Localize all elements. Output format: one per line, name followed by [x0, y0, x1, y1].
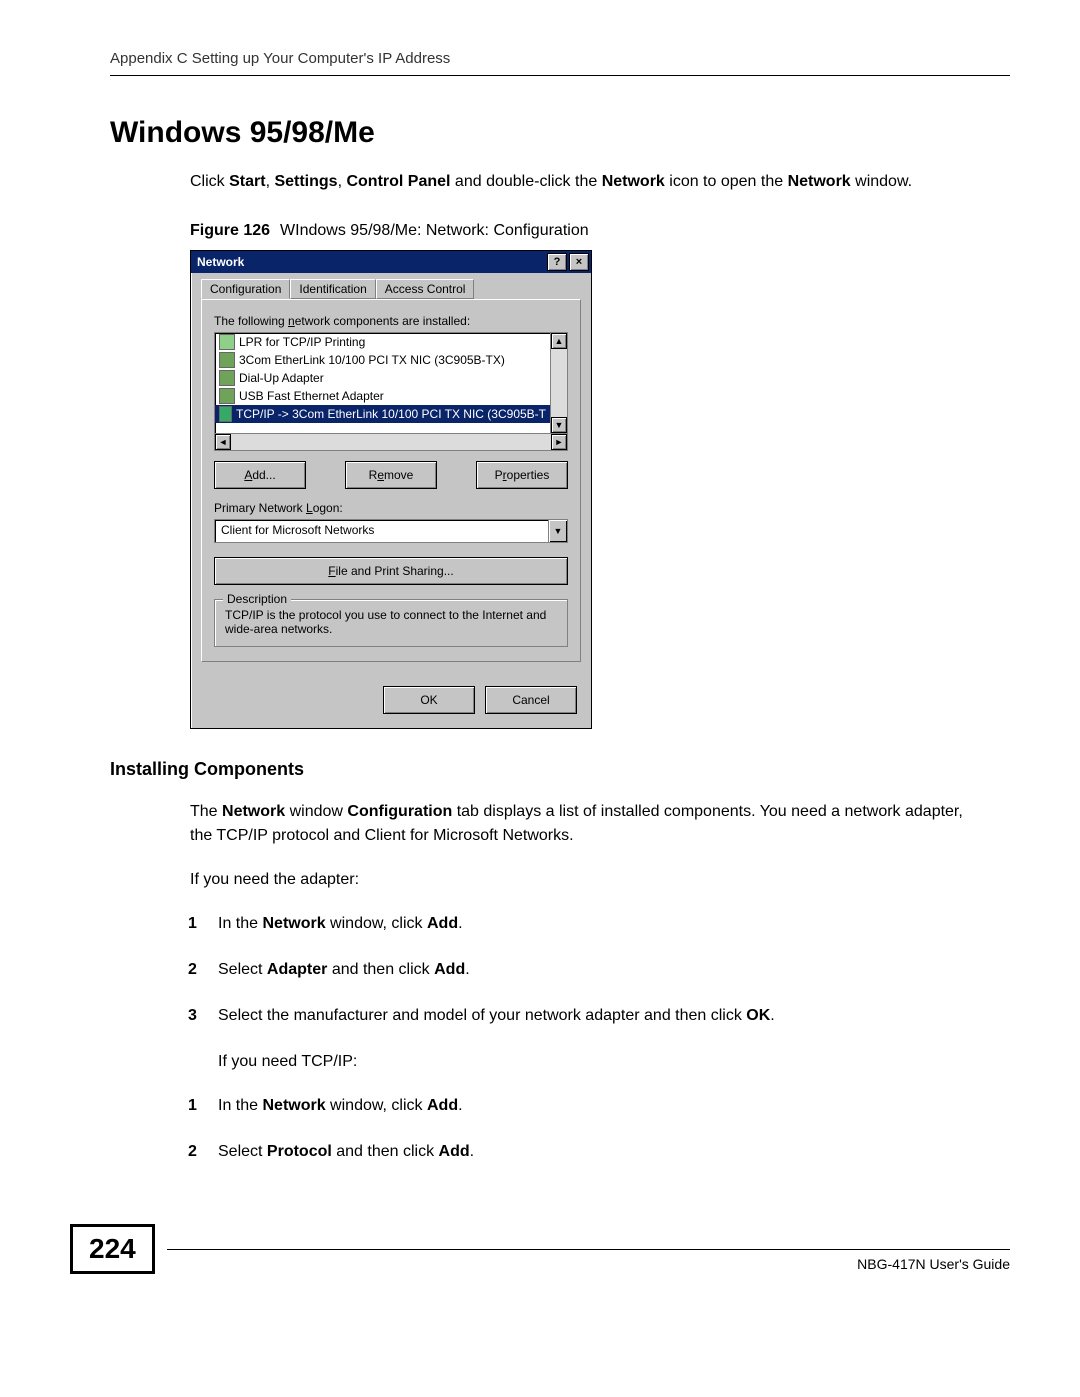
- network-dialog: Network ? × Configuration Identification…: [190, 250, 592, 729]
- nic-icon: [219, 352, 235, 368]
- primary-logon-value: Client for Microsoft Networks: [215, 520, 548, 542]
- page-number: 224: [70, 1224, 155, 1274]
- description-group: Description TCP/IP is the protocol you u…: [214, 599, 568, 647]
- ok-button[interactable]: OK: [383, 686, 475, 714]
- list-item: Select the manufacturer and model of you…: [190, 1004, 970, 1028]
- chevron-down-icon[interactable]: ▼: [548, 520, 567, 542]
- description-legend: Description: [223, 592, 291, 606]
- need-tcpip-paragraph: If you need TCP/IP:: [218, 1050, 970, 1074]
- list-item: Select Adapter and then click Add.: [190, 958, 970, 982]
- heading-installing-components: Installing Components: [110, 759, 1010, 780]
- add-button[interactable]: Add...: [214, 461, 306, 489]
- tab-identification[interactable]: Identification: [290, 279, 375, 299]
- scroll-down-icon[interactable]: ▼: [551, 417, 567, 433]
- list-item: In the Network window, click Add.: [190, 1094, 970, 1118]
- cancel-button[interactable]: Cancel: [485, 686, 577, 714]
- list-item: In the Network window, click Add.: [190, 912, 970, 936]
- steps-tcpip: In the Network window, click Add. Select…: [190, 1094, 970, 1164]
- vertical-scrollbar[interactable]: ▲ ▼: [550, 333, 567, 433]
- figure-caption: Figure 126WIndows 95/98/Me: Network: Con…: [190, 222, 1010, 240]
- page-header: Appendix C Setting up Your Computer's IP…: [110, 50, 1010, 76]
- dialog-title: Network: [197, 255, 244, 269]
- remove-button[interactable]: Remove: [345, 461, 437, 489]
- dialog-titlebar: Network ? ×: [191, 251, 591, 273]
- steps-adapter: In the Network window, click Add. Select…: [190, 912, 970, 1028]
- intro-paragraph: Click Start, Settings, Control Panel and…: [190, 170, 970, 194]
- need-adapter-paragraph: If you need the adapter:: [190, 868, 970, 892]
- list-item[interactable]: 3Com EtherLink 10/100 PCI TX NIC (3C905B…: [215, 351, 550, 369]
- tab-access-control[interactable]: Access Control: [376, 279, 475, 299]
- tab-configuration[interactable]: Configuration: [201, 279, 290, 299]
- nic-icon: [219, 388, 235, 404]
- footer-guide-name: NBG-417N User's Guide: [857, 1256, 1010, 1272]
- list-item[interactable]: LPR for TCP/IP Printing: [215, 333, 550, 351]
- properties-button[interactable]: Properties: [476, 461, 568, 489]
- help-button[interactable]: ?: [547, 253, 567, 271]
- primary-logon-combo[interactable]: Client for Microsoft Networks ▼: [214, 519, 568, 543]
- list-item: Select Protocol and then click Add.: [190, 1140, 970, 1164]
- scroll-up-icon[interactable]: ▲: [551, 333, 567, 349]
- list-item-selected[interactable]: TCP/IP -> 3Com EtherLink 10/100 PCI TX N…: [215, 405, 550, 423]
- tab-panel-configuration: The following network components are ins…: [201, 299, 581, 662]
- horizontal-scrollbar[interactable]: ◄ ►: [214, 433, 568, 451]
- close-button[interactable]: ×: [569, 253, 589, 271]
- components-listbox[interactable]: LPR for TCP/IP Printing 3Com EtherLink 1…: [214, 332, 568, 434]
- tab-strip: Configuration Identification Access Cont…: [201, 279, 581, 300]
- nic-icon: [219, 370, 235, 386]
- list-item[interactable]: USB Fast Ethernet Adapter: [215, 387, 550, 405]
- file-print-sharing-button[interactable]: File and Print Sharing...: [214, 557, 568, 585]
- protocol-icon: [219, 406, 232, 422]
- scroll-left-icon[interactable]: ◄: [215, 434, 231, 450]
- primary-logon-label: Primary Network Logon:: [214, 501, 568, 515]
- description-text: TCP/IP is the protocol you use to connec…: [225, 608, 557, 636]
- scroll-right-icon[interactable]: ►: [551, 434, 567, 450]
- components-label: The following network components are ins…: [214, 314, 568, 328]
- heading-windows-9x: Windows 95/98/Me: [110, 116, 1010, 150]
- list-item[interactable]: Dial-Up Adapter: [215, 369, 550, 387]
- printer-icon: [219, 334, 235, 350]
- installing-paragraph: The Network window Configuration tab dis…: [190, 800, 970, 848]
